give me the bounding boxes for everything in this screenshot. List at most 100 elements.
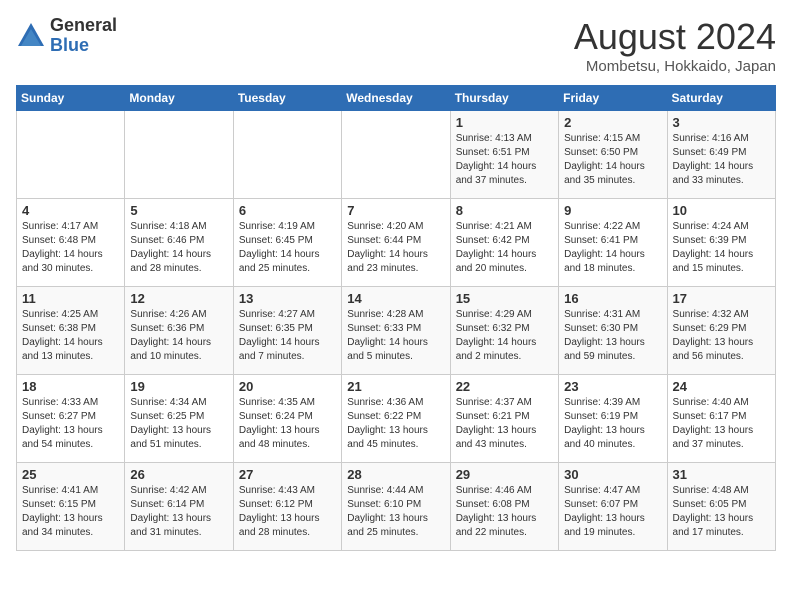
- weekday-header-friday: Friday: [559, 86, 667, 111]
- day-number: 8: [456, 203, 553, 218]
- cell-content: Sunrise: 4:19 AM Sunset: 6:45 PM Dayligh…: [239, 220, 336, 276]
- day-number: 27: [239, 467, 336, 482]
- calendar-cell: 22 Sunrise: 4:37 AM Sunset: 6:21 PM Dayli…: [450, 375, 558, 463]
- calendar-cell: 11 Sunrise: 4:25 AM Sunset: 6:38 PM Dayli…: [17, 287, 125, 375]
- cell-content: Sunrise: 4:32 AM Sunset: 6:29 PM Dayligh…: [673, 308, 770, 364]
- calendar-cell: 4 Sunrise: 4:17 AM Sunset: 6:48 PM Daylig…: [17, 199, 125, 287]
- day-number: 12: [130, 291, 227, 306]
- calendar-cell: 7Sunrise: 4:20 AM Sunset: 6:44 PM Daylig…: [342, 199, 450, 287]
- calendar-week-row: 1 Sunrise: 4:13 AM Sunset: 6:51 PM Daylig…: [17, 111, 776, 199]
- day-number: 21: [347, 379, 444, 394]
- calendar-cell: 27 Sunrise: 4:43 AM Sunset: 6:12 PM Dayli…: [233, 463, 341, 551]
- day-number: 10: [673, 203, 770, 218]
- month-year-title: August 2024: [574, 16, 776, 58]
- cell-content: Sunrise: 4:34 AM Sunset: 6:25 PM Dayligh…: [130, 396, 227, 452]
- calendar-header: SundayMondayTuesdayWednesdayThursdayFrid…: [17, 86, 776, 111]
- cell-content: Sunrise: 4:41 AM Sunset: 6:15 PM Dayligh…: [22, 484, 119, 540]
- day-number: 14: [347, 291, 444, 306]
- logo-text: General Blue: [50, 16, 117, 56]
- calendar-cell: 20 Sunrise: 4:35 AM Sunset: 6:24 PM Dayli…: [233, 375, 341, 463]
- logo-general-text: General: [50, 16, 117, 36]
- calendar-cell: 6 Sunrise: 4:19 AM Sunset: 6:45 PM Daylig…: [233, 199, 341, 287]
- cell-content: Sunrise: 4:46 AM Sunset: 6:08 PM Dayligh…: [456, 484, 553, 540]
- day-number: 4: [22, 203, 119, 218]
- calendar-cell: 10Sunrise: 4:24 AM Sunset: 6:39 PM Dayli…: [667, 199, 775, 287]
- day-number: 6: [239, 203, 336, 218]
- cell-content: Sunrise: 4:17 AM Sunset: 6:48 PM Dayligh…: [22, 220, 119, 276]
- day-number: 26: [130, 467, 227, 482]
- cell-content: Sunrise: 4:48 AM Sunset: 6:05 PM Dayligh…: [673, 484, 770, 540]
- cell-content: Sunrise: 4:13 AM Sunset: 6:51 PM Dayligh…: [456, 132, 553, 188]
- calendar-cell: 30 Sunrise: 4:47 AM Sunset: 6:07 PM Dayli…: [559, 463, 667, 551]
- logo: General Blue: [16, 16, 117, 56]
- calendar-cell: 3 Sunrise: 4:16 AM Sunset: 6:49 PM Daylig…: [667, 111, 775, 199]
- day-number: 28: [347, 467, 444, 482]
- cell-content: Sunrise: 4:36 AM Sunset: 6:22 PM Dayligh…: [347, 396, 444, 452]
- logo-icon: [16, 21, 46, 51]
- cell-content: Sunrise: 4:29 AM Sunset: 6:32 PM Dayligh…: [456, 308, 553, 364]
- cell-content: Sunrise: 4:27 AM Sunset: 6:35 PM Dayligh…: [239, 308, 336, 364]
- calendar-cell: 28Sunrise: 4:44 AM Sunset: 6:10 PM Dayli…: [342, 463, 450, 551]
- calendar-cell: 16 Sunrise: 4:31 AM Sunset: 6:30 PM Dayli…: [559, 287, 667, 375]
- calendar-cell: 21 Sunrise: 4:36 AM Sunset: 6:22 PM Dayli…: [342, 375, 450, 463]
- weekday-header-saturday: Saturday: [667, 86, 775, 111]
- weekday-header-tuesday: Tuesday: [233, 86, 341, 111]
- cell-content: Sunrise: 4:37 AM Sunset: 6:21 PM Dayligh…: [456, 396, 553, 452]
- day-number: 9: [564, 203, 661, 218]
- cell-content: Sunrise: 4:15 AM Sunset: 6:50 PM Dayligh…: [564, 132, 661, 188]
- cell-content: Sunrise: 4:21 AM Sunset: 6:42 PM Dayligh…: [456, 220, 553, 276]
- cell-content: Sunrise: 4:40 AM Sunset: 6:17 PM Dayligh…: [673, 396, 770, 452]
- day-number: 31: [673, 467, 770, 482]
- weekday-header-sunday: Sunday: [17, 86, 125, 111]
- day-number: 5: [130, 203, 227, 218]
- day-number: 23: [564, 379, 661, 394]
- cell-content: Sunrise: 4:47 AM Sunset: 6:07 PM Dayligh…: [564, 484, 661, 540]
- calendar-cell: 19 Sunrise: 4:34 AM Sunset: 6:25 PM Dayli…: [125, 375, 233, 463]
- calendar-week-row: 25 Sunrise: 4:41 AM Sunset: 6:15 PM Dayli…: [17, 463, 776, 551]
- cell-content: Sunrise: 4:22 AM Sunset: 6:41 PM Dayligh…: [564, 220, 661, 276]
- cell-content: Sunrise: 4:28 AM Sunset: 6:33 PM Dayligh…: [347, 308, 444, 364]
- cell-content: Sunrise: 4:20 AM Sunset: 6:44 PM Dayligh…: [347, 220, 444, 276]
- day-number: 13: [239, 291, 336, 306]
- day-number: 19: [130, 379, 227, 394]
- calendar-cell: 25 Sunrise: 4:41 AM Sunset: 6:15 PM Dayli…: [17, 463, 125, 551]
- calendar-cell: 12 Sunrise: 4:26 AM Sunset: 6:36 PM Dayli…: [125, 287, 233, 375]
- calendar-cell: [125, 111, 233, 199]
- day-number: 2: [564, 115, 661, 130]
- day-number: 25: [22, 467, 119, 482]
- calendar-cell: 5Sunrise: 4:18 AM Sunset: 6:46 PM Daylig…: [125, 199, 233, 287]
- calendar-cell: 17Sunrise: 4:32 AM Sunset: 6:29 PM Dayli…: [667, 287, 775, 375]
- cell-content: Sunrise: 4:16 AM Sunset: 6:49 PM Dayligh…: [673, 132, 770, 188]
- cell-content: Sunrise: 4:42 AM Sunset: 6:14 PM Dayligh…: [130, 484, 227, 540]
- day-number: 18: [22, 379, 119, 394]
- calendar-cell: 9 Sunrise: 4:22 AM Sunset: 6:41 PM Daylig…: [559, 199, 667, 287]
- title-section: August 2024 Mombetsu, Hokkaido, Japan: [574, 16, 776, 75]
- day-number: 3: [673, 115, 770, 130]
- cell-content: Sunrise: 4:25 AM Sunset: 6:38 PM Dayligh…: [22, 308, 119, 364]
- cell-content: Sunrise: 4:26 AM Sunset: 6:36 PM Dayligh…: [130, 308, 227, 364]
- day-number: 1: [456, 115, 553, 130]
- day-number: 16: [564, 291, 661, 306]
- weekday-header-thursday: Thursday: [450, 86, 558, 111]
- calendar-week-row: 11 Sunrise: 4:25 AM Sunset: 6:38 PM Dayli…: [17, 287, 776, 375]
- calendar-cell: 26 Sunrise: 4:42 AM Sunset: 6:14 PM Dayli…: [125, 463, 233, 551]
- day-number: 15: [456, 291, 553, 306]
- weekday-header-monday: Monday: [125, 86, 233, 111]
- calendar-week-row: 4 Sunrise: 4:17 AM Sunset: 6:48 PM Daylig…: [17, 199, 776, 287]
- calendar-cell: 8 Sunrise: 4:21 AM Sunset: 6:42 PM Daylig…: [450, 199, 558, 287]
- weekday-row: SundayMondayTuesdayWednesdayThursdayFrid…: [17, 86, 776, 111]
- day-number: 11: [22, 291, 119, 306]
- cell-content: Sunrise: 4:31 AM Sunset: 6:30 PM Dayligh…: [564, 308, 661, 364]
- day-number: 30: [564, 467, 661, 482]
- day-number: 29: [456, 467, 553, 482]
- calendar-cell: [17, 111, 125, 199]
- cell-content: Sunrise: 4:43 AM Sunset: 6:12 PM Dayligh…: [239, 484, 336, 540]
- calendar-cell: 13 Sunrise: 4:27 AM Sunset: 6:35 PM Dayli…: [233, 287, 341, 375]
- cell-content: Sunrise: 4:35 AM Sunset: 6:24 PM Dayligh…: [239, 396, 336, 452]
- day-number: 22: [456, 379, 553, 394]
- day-number: 20: [239, 379, 336, 394]
- page-header: General Blue August 2024 Mombetsu, Hokka…: [16, 16, 776, 75]
- location-subtitle: Mombetsu, Hokkaido, Japan: [574, 58, 776, 75]
- day-number: 24: [673, 379, 770, 394]
- cell-content: Sunrise: 4:39 AM Sunset: 6:19 PM Dayligh…: [564, 396, 661, 452]
